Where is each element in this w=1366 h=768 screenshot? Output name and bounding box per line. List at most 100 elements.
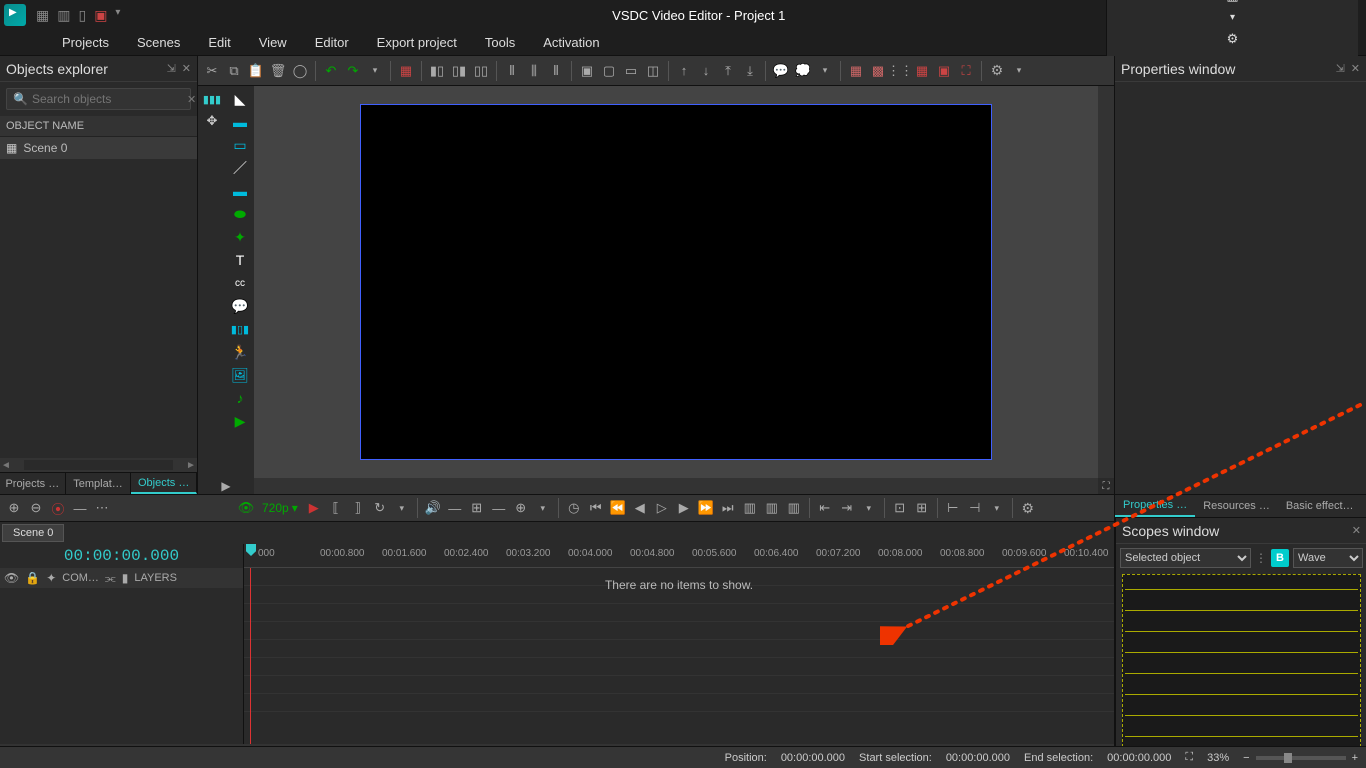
tab-properties[interactable]: Properties …: [1115, 495, 1195, 517]
tl-out-icon[interactable]: ⇥: [837, 498, 857, 518]
tab-projects[interactable]: Projects …: [0, 473, 66, 494]
grid3-icon[interactable]: ⋮⋮: [890, 61, 910, 81]
search-objects-input[interactable]: 🔍 ✕: [6, 88, 191, 110]
menu-activation[interactable]: Activation: [543, 35, 599, 50]
freeform-icon[interactable]: ✦: [229, 228, 251, 246]
tl-first-icon[interactable]: ⏮: [586, 498, 606, 518]
scopes-close-icon[interactable]: ✕: [1352, 524, 1361, 537]
tl-marker1-icon[interactable]: ⟦: [326, 498, 346, 518]
zoom-out-icon[interactable]: −: [1243, 752, 1249, 764]
tl-ff-icon[interactable]: ⏩: [696, 498, 716, 518]
grid4-icon[interactable]: ▦: [912, 61, 932, 81]
tl-marker2-icon[interactable]: ⟧: [348, 498, 368, 518]
ellipse-icon[interactable]: ⬬: [229, 205, 251, 223]
history-dropdown-icon[interactable]: ▾: [365, 61, 385, 81]
selection-icon[interactable]: ▦: [396, 61, 416, 81]
tl-v5-icon[interactable]: ▾: [533, 498, 553, 518]
align-center-icon[interactable]: ▯▮: [449, 61, 469, 81]
tl-m1-icon[interactable]: ▥: [740, 498, 760, 518]
crop-4-icon[interactable]: ◫: [643, 61, 663, 81]
tab-resources[interactable]: Resources …: [1195, 495, 1278, 517]
redo-icon[interactable]: ↷: [343, 61, 363, 81]
playhead-handle-icon[interactable]: [246, 544, 256, 556]
paste-icon[interactable]: 📋: [246, 61, 266, 81]
crop-2-icon[interactable]: ▢: [599, 61, 619, 81]
pin-icon[interactable]: ⇲: [167, 62, 176, 75]
timeline-body[interactable]: There are no items to show.: [244, 568, 1114, 744]
tl-split-dd-icon[interactable]: ▾: [987, 498, 1007, 518]
tl-split2-icon[interactable]: ⊣: [965, 498, 985, 518]
tl-snap1-icon[interactable]: ⊡: [890, 498, 910, 518]
properties-close-icon[interactable]: ✕: [1351, 62, 1360, 75]
arrow-up-icon[interactable]: ↑: [674, 61, 694, 81]
tl-minus-icon[interactable]: —: [70, 498, 90, 518]
canvas-play-icon[interactable]: ▶: [198, 478, 254, 494]
tab-objects[interactable]: Objects …: [131, 473, 197, 494]
timeline-ruler[interactable]: 00000:00.80000:01.60000:02.40000:03.2000…: [244, 544, 1114, 568]
tl-last-icon[interactable]: ⏭: [718, 498, 738, 518]
rect-fill-icon[interactable]: ▬: [229, 113, 251, 131]
toolbar-settings-dropdown-icon[interactable]: ▾: [1009, 61, 1029, 81]
tl-volume-icon[interactable]: 🔊: [423, 498, 443, 518]
fit-icon[interactable]: ⛶: [1185, 751, 1193, 764]
distribute-v-icon[interactable]: ⫼: [524, 61, 544, 81]
wave-header-icon[interactable]: ⫘: [105, 571, 116, 586]
qat-record-icon[interactable]: ▣: [94, 7, 107, 24]
music-icon[interactable]: ♪: [229, 389, 251, 407]
distribute-h-icon[interactable]: ⫴: [502, 61, 522, 81]
copy-icon[interactable]: ⧉: [224, 61, 244, 81]
crop-1-icon[interactable]: ▣: [577, 61, 597, 81]
tl-loop-dd-icon[interactable]: ▾: [392, 498, 412, 518]
line-tool-icon[interactable]: ／: [229, 159, 251, 177]
audio-bars-icon[interactable]: ▮▮▮: [202, 90, 222, 108]
timeline-tracks[interactable]: 00000:00.80000:01.60000:02.40000:03.2000…: [244, 544, 1114, 744]
tl-v3-icon[interactable]: —: [489, 498, 509, 518]
tl-prev-icon[interactable]: ◀: [630, 498, 650, 518]
tl-v1-icon[interactable]: —: [445, 498, 465, 518]
cc-icon[interactable]: cc: [229, 274, 251, 292]
tl-m2-icon[interactable]: ▥: [762, 498, 782, 518]
tab-effects[interactable]: Basic effect…: [1278, 495, 1362, 517]
layout-icon[interactable]: ▥: [1226, 0, 1238, 4]
undo-icon[interactable]: ↶: [321, 61, 341, 81]
tl-v4-icon[interactable]: ⊕: [511, 498, 531, 518]
person-icon[interactable]: 🏃: [229, 343, 251, 361]
crop-3-icon[interactable]: ▭: [621, 61, 641, 81]
video-icon[interactable]: ▶: [229, 412, 251, 430]
menu-editor[interactable]: Editor: [315, 35, 349, 50]
align-right-icon[interactable]: ▯▯: [471, 61, 491, 81]
cut-icon[interactable]: ✂: [202, 61, 222, 81]
search-field[interactable]: [32, 92, 187, 106]
ellipse-tool-icon[interactable]: ◯: [290, 61, 310, 81]
tl-record-icon[interactable]: ⦿: [48, 498, 68, 518]
menu-edit[interactable]: Edit: [208, 35, 230, 50]
tl-m3-icon[interactable]: ▥: [784, 498, 804, 518]
scopes-object-select[interactable]: Selected object: [1120, 548, 1251, 568]
star-header-icon[interactable]: ✦: [46, 571, 56, 585]
tl-playbtn-icon[interactable]: ▷: [652, 498, 672, 518]
zoom-in-icon[interactable]: +: [1352, 752, 1358, 764]
menu-scenes[interactable]: Scenes: [137, 35, 180, 50]
menu-tools[interactable]: Tools: [485, 35, 515, 50]
left-h-scrollbar[interactable]: ◄►: [0, 458, 197, 472]
arrow-top-icon[interactable]: ⤒: [718, 61, 738, 81]
tl-eye-icon[interactable]: 👁: [236, 498, 256, 518]
qat-mobile-icon[interactable]: ▯: [78, 7, 86, 24]
pointer-tool-icon[interactable]: ◣: [229, 90, 251, 108]
tl-add-icon[interactable]: ⊕: [4, 498, 24, 518]
grid5-icon[interactable]: ▣: [934, 61, 954, 81]
tl-settings-icon[interactable]: ⚙: [1018, 498, 1038, 518]
speech-icon[interactable]: 💬: [229, 297, 251, 315]
qat-new-icon[interactable]: ▦: [36, 7, 49, 24]
tl-snap2-icon[interactable]: ⊞: [912, 498, 932, 518]
menu-projects[interactable]: Projects: [62, 35, 109, 50]
preview-canvas[interactable]: [360, 104, 992, 460]
chart-icon[interactable]: ▮▯▮: [229, 320, 251, 338]
tl-play-icon[interactable]: ▶: [304, 498, 324, 518]
tab-templates[interactable]: Templat…: [66, 473, 132, 494]
menu-export[interactable]: Export project: [377, 35, 457, 50]
chat2-icon[interactable]: 💭: [793, 61, 813, 81]
chat-icon[interactable]: 💬: [771, 61, 791, 81]
delete-icon[interactable]: 🗑: [268, 61, 288, 81]
resolution-selector[interactable]: 720p ▾: [262, 501, 298, 515]
